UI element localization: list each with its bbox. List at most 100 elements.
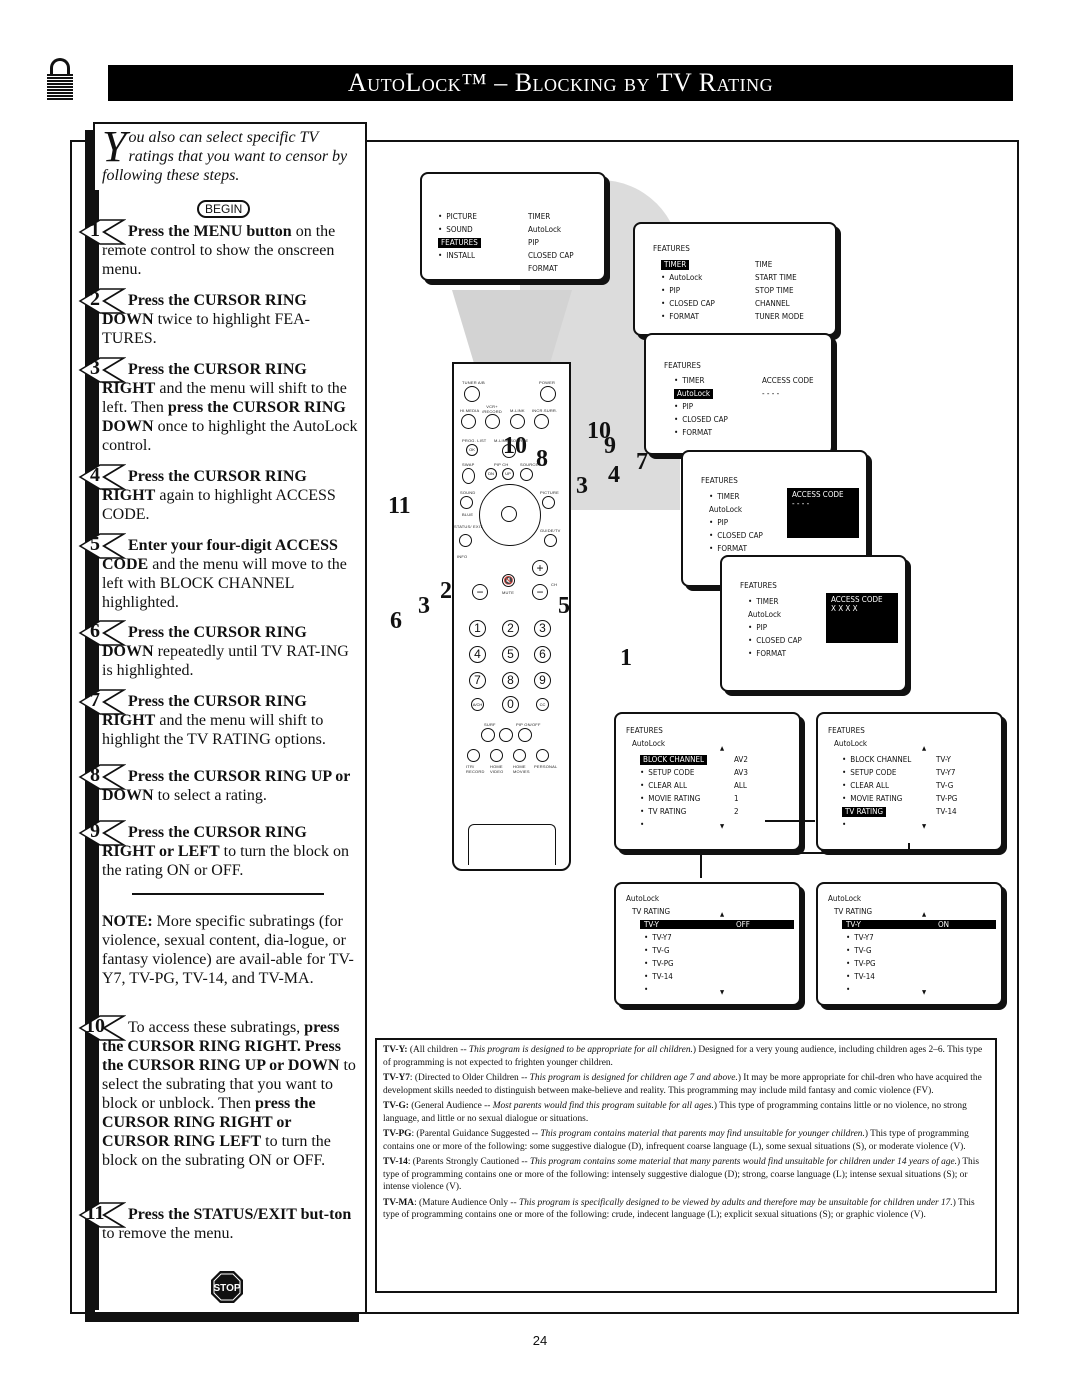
digit-button-6[interactable]: 6 (534, 646, 551, 663)
menu-item[interactable]: CLOSED CAP (661, 299, 715, 309)
volume-down-button[interactable]: − (472, 584, 488, 600)
digit-button-3[interactable]: 3 (534, 620, 551, 637)
menu-item[interactable]: FEATURES (438, 238, 481, 248)
scroll-up-icon[interactable]: ▲ (922, 744, 926, 754)
picture-button[interactable] (542, 496, 555, 509)
menu-item[interactable]: TV RATING (640, 807, 686, 817)
digit-button-2[interactable]: 2 (502, 620, 519, 637)
menu-item[interactable]: AutoLock (748, 610, 781, 620)
access-code-box: ACCESS CODE X X X X (826, 593, 898, 643)
menu-item[interactable]: FORMAT (709, 544, 747, 554)
menu-item[interactable]: CLOSED CAP (709, 531, 763, 541)
source-button[interactable] (520, 468, 533, 481)
digit-button-9[interactable]: 9 (534, 672, 551, 689)
menu-item[interactable]: AutoLock (674, 389, 714, 399)
menu-item[interactable]: AutoLock (661, 273, 702, 283)
rating-row-highlighted[interactable]: TV-Y OFF (640, 920, 794, 929)
digit-button-1[interactable]: 1 (469, 620, 486, 637)
status-exit-button[interactable] (459, 534, 472, 547)
cursor-ring-center[interactable] (501, 506, 517, 522)
personal-button[interactable] (536, 749, 549, 762)
pip-ch-down-button[interactable]: DN (485, 468, 497, 480)
swap-button[interactable] (462, 468, 475, 484)
menu-item[interactable]: TV RATING (842, 807, 887, 817)
digit-button-8[interactable]: 8 (502, 672, 519, 689)
scroll-down-icon[interactable]: ▼ (922, 988, 926, 998)
access-code-value[interactable]: - - - - (792, 499, 854, 508)
scroll-down-icon[interactable]: ▼ (720, 988, 724, 998)
pip-onoff-button[interactable] (518, 728, 532, 742)
rating-block-status[interactable]: ON (938, 920, 949, 929)
rating-item[interactable]: TV-14 (644, 972, 673, 982)
mlink-button[interactable] (510, 414, 525, 429)
menu-item[interactable]: SETUP CODE (842, 768, 896, 778)
rating-block-status[interactable]: OFF (736, 920, 750, 929)
rating-item[interactable]: TV-PG (644, 959, 673, 969)
scroll-up-icon[interactable]: ▲ (720, 910, 724, 920)
menu-item[interactable]: PIP (661, 286, 680, 296)
menu-item[interactable]: CLOSED CAP (674, 415, 728, 425)
menu-item[interactable]: SETUP CODE (640, 768, 694, 778)
menu-item[interactable]: BLOCK CHANNEL (842, 755, 911, 765)
rating-item[interactable]: TV-G (846, 946, 871, 956)
digit-button-0[interactable]: 0 (502, 696, 519, 713)
digit-button-5[interactable]: 5 (502, 646, 519, 663)
menu-item[interactable]: CLEAR ALL (842, 781, 889, 791)
menu-item[interactable]: CLEAR ALL (640, 781, 687, 791)
rating-item[interactable]: TV-14 (846, 972, 875, 982)
digit-button-4[interactable]: 4 (469, 646, 486, 663)
itr-record-button[interactable] (467, 749, 480, 762)
rating-row-highlighted[interactable]: TV-Y ON (842, 920, 996, 929)
step-number: 6 (90, 620, 100, 642)
rating-item[interactable]: TV-PG (846, 959, 875, 969)
power-button[interactable] (540, 386, 556, 402)
menu-item[interactable]: PICTURE (438, 212, 477, 222)
scroll-down-icon[interactable]: ▼ (720, 822, 724, 832)
menu-item[interactable]: BLOCK CHANNEL (640, 755, 708, 765)
home-video-button[interactable] (490, 749, 503, 762)
menu-item[interactable]: TIMER (674, 376, 704, 386)
rating-item[interactable]: TV-Y7 (846, 933, 873, 943)
home-movies-button[interactable] (513, 749, 526, 762)
ok-button[interactable]: OK (466, 444, 478, 456)
menu-item[interactable]: PIP (674, 402, 693, 412)
surf-button[interactable] (481, 728, 495, 742)
page-title: AutoLock™ – Blocking by TV Rating (108, 65, 1013, 101)
scroll-up-icon[interactable]: ▲ (922, 910, 926, 920)
vcr-record-button[interactable] (485, 414, 500, 429)
scroll-down-icon[interactable]: ▼ (922, 822, 926, 832)
rating-item[interactable]: TV-Y7 (644, 933, 671, 943)
channel-up-button[interactable]: + (532, 560, 548, 576)
menu-item[interactable]: PIP (748, 623, 767, 633)
tuner-ab-button[interactable] (464, 386, 480, 402)
stop-label: STOP (213, 1283, 240, 1294)
menu-item[interactable]: CLOSED CAP (748, 636, 802, 646)
light-button[interactable] (499, 728, 513, 742)
menu-item[interactable]: SOUND (438, 225, 472, 235)
menu-item[interactable]: FORMAT (674, 428, 712, 438)
menu-item[interactable]: FORMAT (661, 312, 699, 322)
menu-item[interactable]: TIMER (709, 492, 739, 502)
scroll-up-icon[interactable]: ▲ (720, 744, 724, 754)
incr-surr-button[interactable] (534, 414, 549, 429)
sound-button[interactable] (460, 496, 473, 509)
himedia-button[interactable] (461, 414, 476, 429)
cc-button[interactable]: CC (536, 698, 549, 711)
channel-down-button[interactable]: − (532, 584, 548, 600)
pip-ch-up-button[interactable]: UP (502, 468, 514, 480)
ach-button[interactable]: A/CH (471, 698, 484, 711)
access-code-value[interactable]: X X X X (831, 604, 893, 613)
mute-button[interactable]: 🔇 (502, 574, 515, 587)
menu-item[interactable]: PIP (709, 518, 728, 528)
menu-item[interactable]: MOVIE RATING (640, 794, 700, 804)
menu-item[interactable]: MOVIE RATING (842, 794, 902, 804)
rating-item[interactable]: TV-G (644, 946, 669, 956)
menu-item[interactable]: AutoLock (709, 505, 742, 515)
guide-tv-button[interactable] (544, 534, 557, 547)
menu-item[interactable]: TIMER (748, 597, 778, 607)
rating-definition: TV-MA: (Mature Audience Only -- This pro… (383, 1197, 975, 1221)
digit-button-7[interactable]: 7 (469, 672, 486, 689)
menu-item[interactable]: TIMER (661, 260, 690, 270)
menu-item[interactable]: INSTALL (438, 251, 475, 261)
menu-item[interactable]: FORMAT (748, 649, 786, 659)
